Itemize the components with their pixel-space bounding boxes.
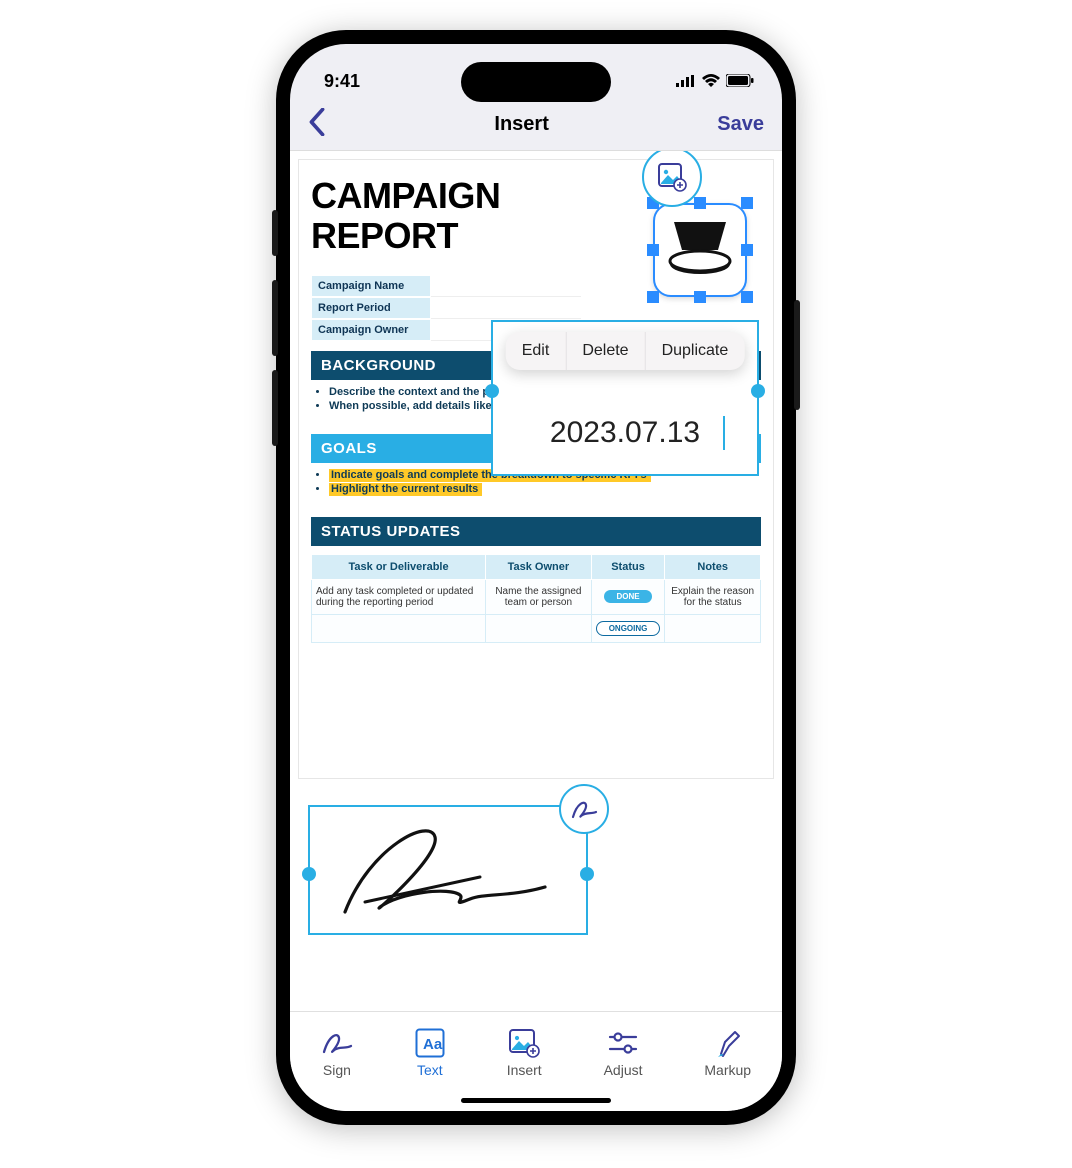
hw-power-button [794,300,800,410]
tool-text[interactable]: Aa Text [415,1028,445,1078]
inserted-image[interactable] [653,203,747,297]
svg-text:Aa: Aa [423,1036,443,1053]
resize-handle[interactable] [741,291,753,303]
hw-volume-down [272,370,278,446]
text-value[interactable]: 2023.07.13 [493,416,757,450]
scanner-icon [666,220,734,280]
tool-markup[interactable]: Markup [704,1028,751,1078]
tool-label: Adjust [604,1062,643,1078]
image-plus-icon [657,162,687,192]
resize-handle[interactable] [694,291,706,303]
sliders-icon [608,1028,638,1058]
text-cursor [723,416,725,450]
info-label: Campaign Owner [311,319,431,341]
tool-adjust[interactable]: Adjust [604,1028,643,1078]
document-viewport[interactable]: CAMPAIGN REPORT [290,151,782,1011]
nav-title: Insert [494,113,548,136]
menu-delete[interactable]: Delete [566,332,645,370]
status-table: Task or Deliverable Task Owner Status No… [311,554,761,643]
back-button[interactable] [308,108,326,141]
tool-label: Text [417,1062,443,1078]
tool-sign[interactable]: Sign [321,1028,353,1078]
status-icons [676,71,754,92]
battery-icon [726,71,754,92]
signature-icon [310,807,570,927]
bottom-toolbar: Sign Aa Text Insert Adjust [290,1011,782,1111]
resize-handle[interactable] [580,867,594,881]
resize-handle[interactable] [741,244,753,256]
hw-silence-switch [272,210,278,256]
signature-area [302,791,770,941]
signature-icon [321,1028,353,1058]
wifi-icon [702,71,720,92]
status-pill-done: DONE [604,590,651,603]
signature-small-icon [570,797,598,821]
resize-handle[interactable] [647,291,659,303]
table-row: Add any task completed or updated during… [312,579,761,614]
tool-label: Markup [704,1062,751,1078]
resize-handle[interactable] [741,197,753,209]
cellular-icon [676,71,696,92]
image-plus-icon [508,1028,540,1058]
info-label: Campaign Name [311,275,431,297]
home-indicator[interactable] [461,1098,611,1103]
hw-volume-up [272,280,278,356]
dynamic-island [461,62,611,102]
menu-duplicate[interactable]: Duplicate [646,332,745,370]
document-page[interactable]: CAMPAIGN REPORT [298,159,774,779]
add-signature-fab[interactable] [559,784,609,834]
inserted-text-selected[interactable]: Edit Delete Duplicate 2023.07.13 [491,320,759,476]
nav-bar: Insert Save [290,99,782,151]
inserted-image-selected[interactable] [645,195,755,305]
section-status-heading: STATUS UPDATES [311,517,761,546]
text-icon: Aa [415,1028,445,1058]
resize-handle[interactable] [485,384,499,398]
resize-handle[interactable] [647,244,659,256]
marker-icon [715,1028,741,1058]
inserted-signature-selected[interactable] [308,805,588,935]
menu-edit[interactable]: Edit [506,332,567,370]
tool-label: Sign [323,1062,351,1078]
resize-handle[interactable] [694,197,706,209]
tool-insert[interactable]: Insert [507,1028,542,1078]
phone-frame: 9:41 Insert Save [276,30,796,1125]
context-menu: Edit Delete Duplicate [506,332,745,370]
status-pill-ongoing: ONGOING [596,621,661,636]
save-button[interactable]: Save [717,113,764,136]
table-row: ONGOING [312,614,761,642]
screen: 9:41 Insert Save [290,44,782,1111]
status-time: 9:41 [324,71,360,92]
info-label: Report Period [311,297,431,319]
tool-label: Insert [507,1062,542,1078]
resize-handle[interactable] [302,867,316,881]
resize-handle[interactable] [751,384,765,398]
